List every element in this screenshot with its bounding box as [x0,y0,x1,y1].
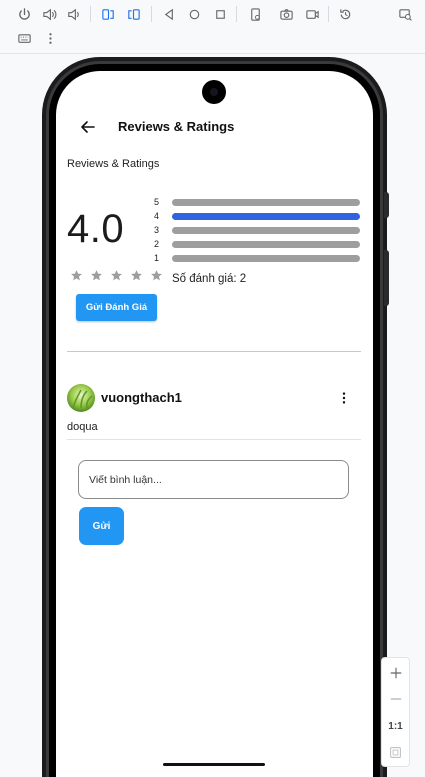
reset-icon[interactable] [336,5,354,23]
volume-down-icon[interactable] [64,5,82,23]
comment-input[interactable] [78,460,349,499]
rotate-right-icon[interactable] [124,5,142,23]
review-more-icon[interactable] [336,389,352,407]
star-icon[interactable] [70,269,83,282]
phone-side-button [384,192,389,218]
rating-bar-track [172,255,360,262]
average-rating: 4.0 [67,207,125,251]
divider [67,439,361,440]
rating-bar-label: 3 [154,225,160,235]
rating-bar-track [172,241,360,248]
overview-icon[interactable] [211,5,229,23]
review-text: doqua [67,421,98,433]
rating-bar-track [172,199,360,206]
rating-bar-track [172,227,360,234]
rating-bar-track [172,213,360,220]
back-arrow-icon[interactable] [78,117,98,137]
avatar [67,384,95,412]
rating-bar-label: 1 [154,253,160,263]
front-camera [202,80,226,104]
phone-volume-button [384,250,389,306]
zoom-in-icon[interactable] [382,662,409,684]
zoom-one-to-one[interactable]: 1:1 [382,716,409,736]
screenrecord-icon[interactable] [303,5,321,23]
rating-bar-row: 4 [154,210,364,224]
star-icon[interactable] [90,269,103,282]
rating-bar-label: 5 [154,197,160,207]
page-title: Reviews & Ratings [118,119,235,134]
home-indicator[interactable] [163,763,265,766]
divider [67,351,361,352]
review-count: Số đánh giá: 2 [172,273,247,285]
fold-icon[interactable] [246,5,264,23]
section-title: Reviews & Ratings [67,158,160,170]
rating-bar-row: 1 [154,252,364,266]
app-screen: Reviews & Ratings Reviews & Ratings 4.0 … [56,71,373,777]
send-comment-button[interactable]: Gửi [79,507,124,545]
zoom-out-icon[interactable] [382,688,409,710]
rating-bar-fill [172,213,360,220]
zoom-screen-icon[interactable] [396,5,414,23]
back-icon[interactable] [160,5,178,23]
emulator-toolbar [0,0,425,54]
camera-icon[interactable] [277,5,295,23]
home-icon[interactable] [185,5,203,23]
star-icon[interactable] [150,269,163,282]
zoom-fit-icon[interactable] [382,741,409,763]
more-vert-icon[interactable] [41,29,59,47]
review-username: vuongthach1 [101,390,182,405]
volume-up-icon[interactable] [40,5,58,23]
star-icon[interactable] [130,269,143,282]
star-rating[interactable] [70,269,163,282]
star-icon[interactable] [110,269,123,282]
rating-bar-label: 2 [154,239,160,249]
rating-bar-label: 4 [154,211,160,221]
zoom-controls: 1:1 [381,657,410,767]
submit-review-button[interactable]: Gửi Đánh Giá [76,294,157,321]
power-icon[interactable] [15,5,33,23]
rating-bar-row: 3 [154,224,364,238]
rating-bar-row: 5 [154,196,364,210]
keyboard-icon[interactable] [15,29,33,47]
rating-bar-row: 2 [154,238,364,252]
rotate-left-icon[interactable] [99,5,117,23]
